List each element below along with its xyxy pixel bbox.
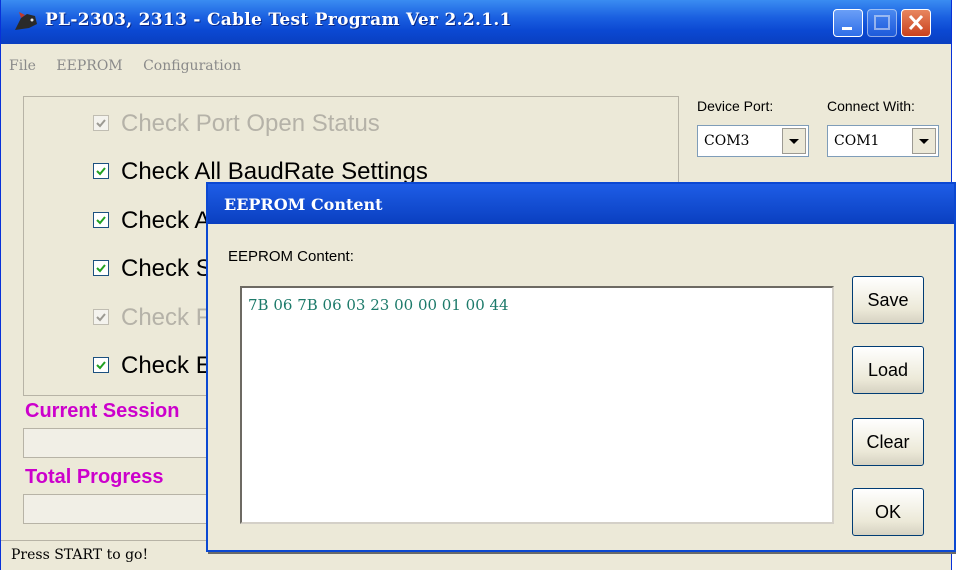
device-port-value: COM3 xyxy=(704,133,750,149)
total-progress-label: Total Progress xyxy=(25,466,164,488)
dialog-title-bar[interactable]: EEPROM Content xyxy=(208,184,954,224)
ok-button[interactable]: OK xyxy=(852,488,924,536)
maximize-button xyxy=(867,9,897,37)
dropdown-button[interactable] xyxy=(912,128,936,154)
checkmark-icon xyxy=(96,361,106,370)
check-f: Check F xyxy=(93,304,210,334)
menu-file[interactable]: File xyxy=(9,58,36,74)
window-title: PL-2303, 2313 - Cable Test Program Ver 2… xyxy=(45,10,512,30)
title-bar[interactable]: PL-2303, 2313 - Cable Test Program Ver 2… xyxy=(1,0,951,44)
maximize-icon xyxy=(874,15,890,30)
menu-bar: File EEPROM Configuration xyxy=(9,58,257,78)
eeprom-content-textarea[interactable]: 7B 06 7B 06 03 23 00 00 01 00 44 xyxy=(240,286,834,524)
checkbox[interactable] xyxy=(93,162,109,179)
device-port-label: Device Port: xyxy=(697,98,774,114)
eeprom-content-text: 7B 06 7B 06 03 23 00 00 01 00 44 xyxy=(248,296,509,314)
minimize-button[interactable] xyxy=(833,9,863,37)
app-icon xyxy=(15,12,37,30)
connect-with-value: COM1 xyxy=(834,133,880,149)
check-label: Check S xyxy=(121,255,212,282)
checkbox[interactable] xyxy=(93,356,109,373)
status-text: Press START to go! xyxy=(11,547,149,563)
checkmark-icon xyxy=(96,119,106,128)
menu-configuration[interactable]: Configuration xyxy=(143,58,241,74)
chevron-down-icon xyxy=(919,139,929,144)
checkbox xyxy=(93,114,109,131)
check-a[interactable]: Check A xyxy=(93,207,210,237)
eeprom-dialog: EEPROM Content EEPROM Content: 7B 06 7B … xyxy=(206,182,956,552)
check-e[interactable]: Check E xyxy=(93,352,212,382)
checkbox[interactable] xyxy=(93,259,109,276)
checkbox[interactable] xyxy=(93,211,109,228)
chevron-down-icon xyxy=(789,139,799,144)
check-label: Check A xyxy=(121,207,211,234)
connect-with-label: Connect With: xyxy=(827,98,915,114)
menu-eeprom[interactable]: EEPROM xyxy=(56,58,122,74)
check-port-open-status: Check Port Open Status xyxy=(93,110,380,140)
checkbox xyxy=(93,308,109,325)
checkmark-icon xyxy=(96,216,106,225)
save-button[interactable]: Save xyxy=(852,276,924,324)
load-button[interactable]: Load xyxy=(852,346,924,394)
current-session-label: Current Session xyxy=(25,400,180,422)
check-s[interactable]: Check S xyxy=(93,255,212,285)
dropdown-button[interactable] xyxy=(782,128,806,154)
dialog-title: EEPROM Content xyxy=(224,195,383,214)
minimize-icon xyxy=(842,27,852,30)
check-label: Check F xyxy=(121,304,211,331)
check-label: Check All BaudRate Settings xyxy=(121,158,428,185)
check-label: Check Port Open Status xyxy=(121,110,380,137)
eeprom-content-label: EEPROM Content: xyxy=(228,248,354,265)
checkmark-icon xyxy=(96,167,106,176)
checkmark-icon xyxy=(96,264,106,273)
connect-with-select[interactable]: COM1 xyxy=(827,125,939,157)
clear-button[interactable]: Clear xyxy=(852,418,924,466)
total-progress-bar xyxy=(23,494,223,524)
device-port-select[interactable]: COM3 xyxy=(697,125,809,157)
current-session-progress xyxy=(23,428,223,458)
close-button[interactable] xyxy=(901,9,931,37)
close-icon xyxy=(908,14,924,31)
checkmark-icon xyxy=(96,313,106,322)
status-bar: Press START to go! xyxy=(1,540,209,570)
check-label: Check E xyxy=(121,352,212,379)
